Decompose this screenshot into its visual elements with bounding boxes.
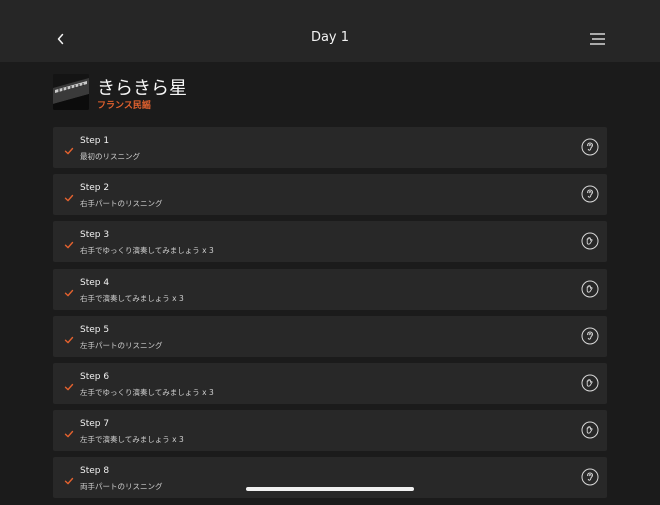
step-description: 左手でゆっくり演奏してみましょう x 3 <box>80 387 214 397</box>
step-label: Step 2 <box>80 183 110 194</box>
song-composer: フランス民謡 <box>97 101 151 111</box>
step-row[interactable]: Step 5 左手パートのリスニング <box>53 315 607 357</box>
top-bar: Day 1 <box>0 0 660 62</box>
song-title: きらきら星 <box>97 78 187 99</box>
step-label: Step 3 <box>80 230 110 241</box>
step-label: Step 4 <box>80 277 110 288</box>
ear-icon <box>581 185 599 203</box>
checkmark-icon <box>64 283 74 296</box>
step-description: 右手パートのリスニング <box>80 199 163 209</box>
step-row[interactable]: Step 3 右手でゆっくり演奏してみましょう x 3 <box>53 221 607 263</box>
checkmark-icon <box>64 377 74 391</box>
step-label: Step 5 <box>80 324 110 335</box>
step-label: Step 1 <box>80 136 110 146</box>
hand-icon <box>581 374 599 392</box>
checkmark-icon <box>64 330 74 344</box>
checkmark-icon <box>64 188 74 202</box>
step-row[interactable]: Step 4 右手で演奏してみましょう x 3 <box>53 268 607 310</box>
step-label: Step 7 <box>80 419 110 430</box>
page-title: Day 1 <box>310 30 350 45</box>
step-description: 最初のリスニング <box>80 152 140 161</box>
step-row[interactable]: Step 1 最初のリスニング <box>53 127 607 168</box>
menu-button[interactable] <box>588 30 608 50</box>
checkmark-icon <box>64 141 74 155</box>
checkmark-icon <box>64 235 74 249</box>
hand-icon <box>581 421 599 439</box>
steps-list: Step 1 最初のリスニング Step 2 右手パートのリスニング Step 3 右手で… <box>53 127 607 505</box>
ear-icon <box>581 327 599 345</box>
step-row[interactable]: Step 8 両手パートのリスニング <box>53 457 607 499</box>
menu-icon <box>590 33 605 45</box>
step-description: 両手パートのリスニング <box>80 482 163 492</box>
checkmark-icon <box>64 471 74 485</box>
piano-image <box>53 74 89 110</box>
step-description: 右手でゆっくり演奏してみましょう x 3 <box>80 246 214 256</box>
step-description: 右手で演奏してみましょう x 3 <box>80 293 184 303</box>
hand-icon <box>581 232 599 250</box>
step-description: 左手パートのリスニング <box>80 340 163 350</box>
ear-icon <box>581 468 599 486</box>
step-row[interactable]: Step 7 左手で演奏してみましょう x 3 <box>53 410 607 452</box>
checkmark-icon <box>64 424 74 438</box>
step-row[interactable]: Step 2 右手パートのリスニング <box>53 174 607 216</box>
song-header: きらきら星 フランス民謡 <box>53 74 613 114</box>
step-label: Step 6 <box>80 371 110 382</box>
step-row[interactable]: Step 6 左手でゆっくり演奏してみましょう x 3 <box>53 362 607 404</box>
step-label: Step 8 <box>80 466 110 477</box>
home-indicator[interactable] <box>246 487 414 491</box>
step-description: 左手で演奏してみましょう x 3 <box>80 435 184 445</box>
ear-icon <box>581 138 599 156</box>
hand-icon <box>581 280 599 298</box>
song-thumbnail <box>53 74 89 110</box>
